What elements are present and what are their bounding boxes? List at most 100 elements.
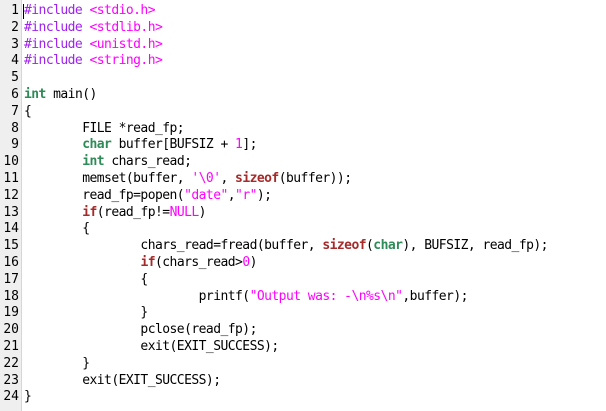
code-token: <string.h> xyxy=(89,53,163,69)
line-number: 8 xyxy=(11,120,19,136)
code-token: sizeof xyxy=(235,170,279,186)
code-line[interactable]: #include <stdio.h> xyxy=(24,3,606,20)
line-number: 6 xyxy=(11,86,19,102)
code-token: chars_read; xyxy=(104,154,192,170)
code-token: "date" xyxy=(184,187,228,203)
line-number: 11 xyxy=(3,170,19,186)
line-number: 22 xyxy=(3,355,19,371)
code-token: memset(buffer, xyxy=(24,170,192,186)
code-line[interactable]: { xyxy=(24,272,606,289)
code-token: int xyxy=(24,86,46,102)
code-token: chars_read=fread(buffer, xyxy=(24,238,323,254)
code-line[interactable]: int chars_read; xyxy=(24,154,606,171)
line-number: 13 xyxy=(3,204,19,220)
code-token: '\0' xyxy=(191,170,221,186)
code-line[interactable]: } xyxy=(24,305,606,322)
code-token: ) xyxy=(249,254,258,270)
code-token: exit(EXIT_SUCCESS); xyxy=(24,338,279,354)
code-line[interactable]: } xyxy=(24,356,606,373)
line-number: 20 xyxy=(3,322,19,338)
code-token: { xyxy=(24,271,148,287)
code-token: , xyxy=(220,170,236,186)
code-token: (read_fp!= xyxy=(96,204,170,220)
text-caret xyxy=(23,4,24,19)
code-token: ); xyxy=(256,187,272,203)
line-number: 9 xyxy=(11,137,19,153)
code-token: ), BUFSIZ, read_fp); xyxy=(402,238,548,254)
code-line[interactable]: int main() xyxy=(24,87,606,104)
line-number: 15 xyxy=(3,238,19,254)
code-line[interactable]: exit(EXIT_SUCCESS); xyxy=(24,373,606,390)
line-number: 12 xyxy=(3,187,19,203)
line-number: 7 xyxy=(11,103,19,119)
code-line[interactable]: { xyxy=(24,104,606,121)
code-token: sizeof xyxy=(322,238,367,254)
code-token: if xyxy=(140,254,155,270)
line-number: 1 xyxy=(11,3,19,18)
code-token: read_fp=popen( xyxy=(24,187,185,203)
code-token: ]; xyxy=(242,137,257,153)
code-token: "Output was: -\n%s\n" xyxy=(249,288,403,304)
code-line[interactable]: { xyxy=(24,221,606,238)
line-number: 10 xyxy=(3,154,19,170)
code-token: #include xyxy=(24,36,90,52)
code-line[interactable]: #include <string.h> xyxy=(24,53,606,70)
line-number: 16 xyxy=(3,254,19,270)
code-token: #include xyxy=(24,3,90,18)
line-number-gutter: 1 2 3 4 5 6 7 8 9 10 11 12 13 14 15 16 17 18 19 20 21 22 23 24 xyxy=(0,0,22,411)
code-token: pclose(read_fp); xyxy=(24,322,257,338)
code-line[interactable]: pclose(read_fp); xyxy=(24,322,606,339)
code-token: #include xyxy=(24,53,90,69)
line-number: 5 xyxy=(11,70,19,86)
code-token: } xyxy=(24,305,148,321)
line-number: 14 xyxy=(3,221,19,237)
code-line[interactable]: FILE *read_fp; xyxy=(24,121,606,138)
code-line[interactable]: #include <unistd.h> xyxy=(24,37,606,54)
code-line[interactable]: exit(EXIT_SUCCESS); xyxy=(24,339,606,356)
code-line[interactable]: printf("Output was: -\n%s\n",buffer); xyxy=(24,289,606,306)
code-token: { xyxy=(24,221,90,237)
line-number: 18 xyxy=(3,288,19,304)
code-token: <unistd.h> xyxy=(89,36,163,52)
code-line[interactable]: char buffer[BUFSIZ + 1]; xyxy=(24,137,606,154)
code-token: int xyxy=(82,154,105,170)
code-line[interactable]: memset(buffer, '\0', sizeof(buffer)); xyxy=(24,171,606,188)
line-number: 3 xyxy=(11,36,19,52)
code-line[interactable]: } xyxy=(24,389,606,406)
code-token: #include xyxy=(24,19,90,35)
line-number: 19 xyxy=(3,305,19,321)
code-token: char xyxy=(82,137,112,153)
code-line[interactable]: #include <stdlib.h> xyxy=(24,20,606,37)
code-line[interactable] xyxy=(24,70,606,87)
code-token: printf( xyxy=(24,288,251,304)
code-token: } xyxy=(24,389,32,405)
line-number: 21 xyxy=(3,338,19,354)
code-token: exit(EXIT_SUCCESS); xyxy=(24,372,221,388)
code-token: <stdio.h> xyxy=(89,3,156,18)
code-line[interactable]: if(chars_read>0) xyxy=(24,255,606,272)
code-token: { xyxy=(24,103,32,119)
code-line[interactable]: chars_read=fread(buffer, sizeof(char), B… xyxy=(24,238,606,255)
code-token: "r" xyxy=(235,187,257,203)
code-token: NULL xyxy=(169,204,200,220)
line-number: 17 xyxy=(3,271,19,287)
line-number: 23 xyxy=(3,372,19,388)
code-token: if xyxy=(82,204,97,220)
code-token: char xyxy=(373,238,403,254)
code-token: main() xyxy=(45,86,97,102)
code-token: ,buffer); xyxy=(402,288,468,304)
code-line[interactable]: if(read_fp!=NULL) xyxy=(24,205,606,222)
code-token: (buffer)); xyxy=(278,170,352,186)
line-number: 2 xyxy=(11,19,19,35)
code-text-area[interactable]: #include <stdio.h> #include <stdlib.h> #in… xyxy=(22,0,606,411)
code-editor[interactable]: 1 2 3 4 5 6 7 8 9 10 11 12 13 14 15 16 17 18 19 20 21 22 23 24 … xyxy=(0,0,606,411)
code-token: FILE *read_fp; xyxy=(24,120,185,136)
code-line[interactable]: read_fp=popen("date","r"); xyxy=(24,188,606,205)
code-token: 0 xyxy=(242,254,250,270)
code-token: , xyxy=(227,187,236,203)
code-token: (chars_read> xyxy=(155,254,243,270)
